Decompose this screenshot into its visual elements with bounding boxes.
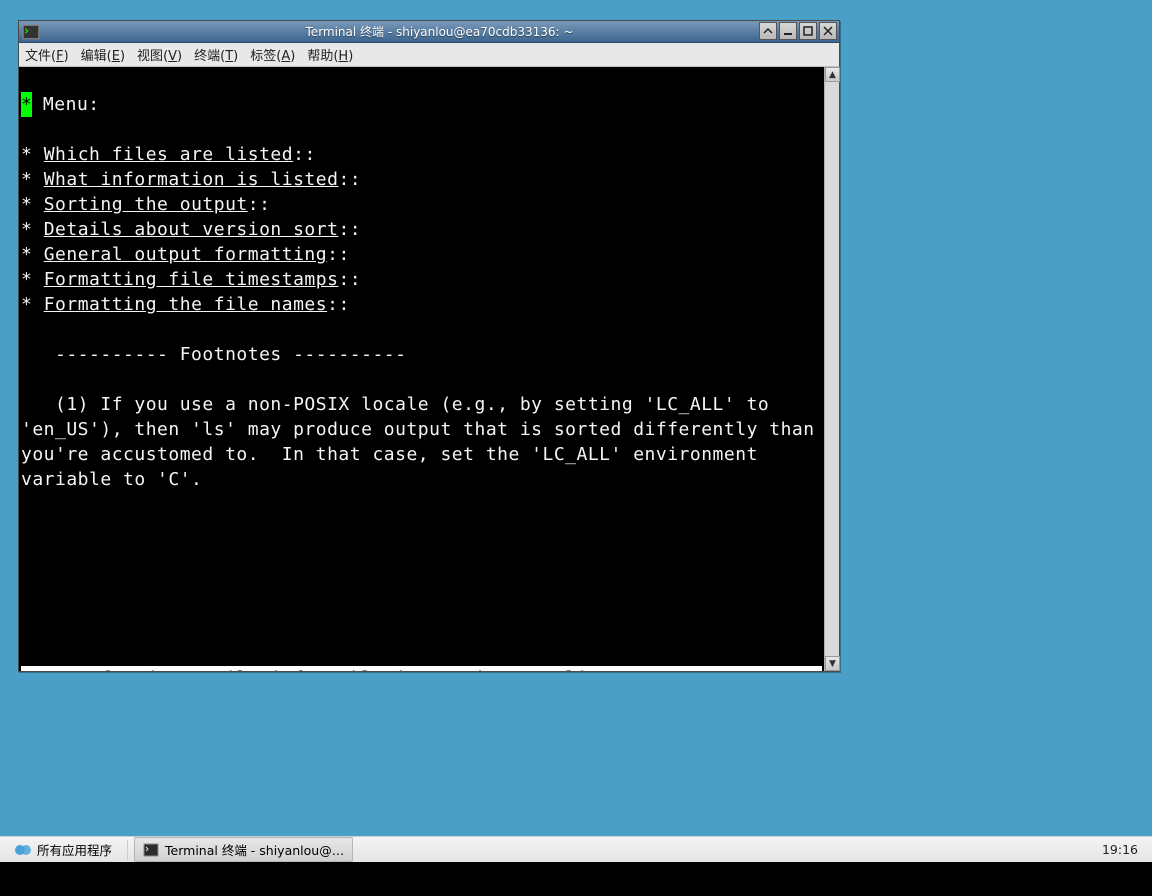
clock[interactable]: 19:16 [1102, 842, 1152, 857]
applications-menu-button[interactable]: 所有应用程序 [6, 837, 121, 862]
apps-icon [15, 842, 31, 858]
scroll-down-icon[interactable]: ▼ [825, 656, 840, 671]
maximize-button[interactable] [799, 22, 817, 40]
cursor: * [21, 92, 32, 117]
terminal-icon [143, 842, 159, 858]
app-icon [22, 23, 40, 41]
info-link[interactable]: Formatting file timestamps [44, 269, 339, 290]
close-button[interactable] [819, 22, 837, 40]
menu-header: Menu: [32, 94, 100, 115]
menu-file[interactable]: 文件(F) [25, 45, 69, 64]
taskbar-item-label: Terminal 终端 - shiyanlou@… [165, 840, 344, 859]
titlebar[interactable]: Terminal 终端 - shiyanlou@ea70cdb33136: ~ [19, 21, 839, 43]
menu-help[interactable]: 帮助(H) [307, 45, 353, 64]
terminal-window: Terminal 终端 - shiyanlou@ea70cdb33136: ~ … [18, 20, 840, 672]
taskbar-panel: 所有应用程序 Terminal 终端 - shiyanlou@… 19:16 [0, 836, 1152, 862]
terminal-scrollbar[interactable]: ▲ ▼ [824, 67, 839, 671]
terminal-area: * Menu: * Which files are listed:: * Wha… [19, 67, 839, 671]
footnote-text: you're accustomed to. In that case, set … [21, 444, 758, 465]
menubar: 文件(F) 编辑(E) 视图(V) 终端(T) 标签(A) 帮助(H) [19, 43, 839, 67]
info-link[interactable]: Formatting the file names [44, 294, 327, 315]
terminal-content[interactable]: * Menu: * Which files are listed:: * Wha… [19, 67, 824, 671]
scroll-up-icon[interactable]: ▲ [825, 67, 840, 82]
window-controls [759, 22, 837, 40]
footnote-text: variable to 'C'. [21, 469, 202, 490]
footnote-text: (1) If you use a non-POSIX locale (e.g.,… [21, 394, 769, 415]
menu-tabs[interactable]: 标签(A) [250, 45, 295, 64]
footnotes-separator: ---------- Footnotes ---------- [21, 344, 406, 365]
menu-view[interactable]: 视图(V) [137, 45, 182, 64]
taskbar-item-terminal[interactable]: Terminal 终端 - shiyanlou@… [134, 837, 353, 862]
menu-edit[interactable]: 编辑(E) [81, 45, 125, 64]
window-title: Terminal 终端 - shiyanlou@ea70cdb33136: ~ [40, 23, 839, 40]
info-link[interactable]: General output formatting [44, 244, 327, 265]
footnote-text: 'en_US'), then 'ls' may produce output t… [21, 419, 815, 440]
applications-label: 所有应用程序 [37, 840, 112, 859]
bottom-strip [0, 862, 1152, 896]
minimize-button[interactable] [779, 22, 797, 40]
info-link[interactable]: What information is listed [44, 169, 339, 190]
info-status-line: -----Info: (coreutils.info.gz)ls invocat… [21, 666, 822, 671]
menu-terminal[interactable]: 终端(T) [194, 45, 238, 64]
shade-button[interactable] [759, 22, 777, 40]
panel-separator [127, 840, 128, 860]
info-link[interactable]: Which files are listed [44, 144, 293, 165]
info-link[interactable]: Sorting the output [44, 194, 248, 215]
info-link[interactable]: Details about version sort [44, 219, 339, 240]
